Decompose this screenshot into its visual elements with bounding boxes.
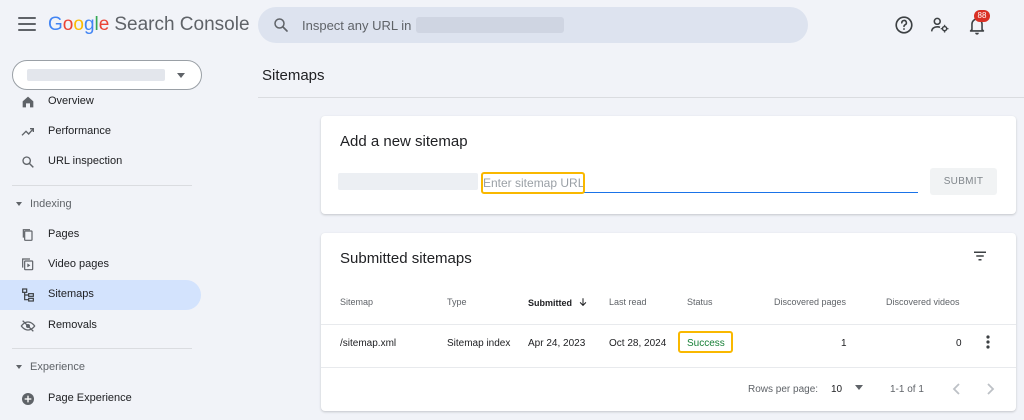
- status-badge: Success: [687, 338, 725, 349]
- pages-icon: [22, 229, 33, 241]
- section-experience[interactable]: Experience: [0, 358, 200, 378]
- redacted-property: [27, 69, 165, 81]
- property-selector[interactable]: [12, 60, 202, 90]
- cell-submitted: Apr 24, 2023: [528, 338, 586, 349]
- filter-icon[interactable]: [971, 247, 989, 265]
- add-sitemap-card: Add a new sitemap SUBMIT: [321, 116, 1016, 214]
- sidebar-item-pages[interactable]: Pages: [0, 220, 201, 250]
- caret-down-icon: [16, 365, 22, 369]
- chevron-left-icon[interactable]: [951, 382, 963, 396]
- section-indexing[interactable]: Indexing: [0, 195, 200, 215]
- search-icon: [22, 156, 34, 168]
- submitted-sitemaps-title: Submitted sitemaps: [340, 250, 472, 267]
- col-header-type[interactable]: Type: [447, 297, 467, 307]
- cell-sitemap: /sitemap.xml: [340, 338, 397, 349]
- sidebar-item-sitemaps[interactable]: Sitemaps: [0, 280, 201, 310]
- cell-last-read: Oct 28, 2024: [609, 338, 667, 349]
- nav-divider: [12, 348, 192, 349]
- cell-discovered-videos: 0: [956, 338, 962, 349]
- google-search-console-logo[interactable]: Google Search Console: [48, 14, 250, 36]
- search-placeholder: Inspect any URL in: [302, 18, 412, 33]
- add-sitemap-title: Add a new sitemap: [340, 133, 468, 150]
- sidebar-item-performance[interactable]: Performance: [0, 117, 201, 147]
- home-icon: [22, 96, 34, 108]
- submit-button[interactable]: SUBMIT: [930, 168, 997, 195]
- arrow-down-icon: [579, 298, 586, 307]
- video-pages-icon: [22, 258, 34, 271]
- header-divider: [258, 97, 1024, 98]
- help-icon[interactable]: [893, 14, 915, 36]
- cell-type: Sitemap index: [447, 338, 511, 349]
- sitemap-icon: [22, 288, 34, 302]
- pagination-range: 1-1 of 1: [890, 384, 924, 395]
- page-title: Sitemaps: [262, 67, 325, 84]
- trending-up-icon: [21, 128, 34, 136]
- sitemap-url-input[interactable]: [483, 173, 918, 193]
- row-divider: [321, 367, 1016, 368]
- chevron-right-icon[interactable]: [984, 382, 996, 396]
- caret-down-icon: [16, 202, 22, 206]
- cell-discovered-pages: 1: [841, 338, 847, 349]
- caret-down-icon: [177, 73, 185, 78]
- search-icon: [274, 18, 288, 32]
- nav-divider: [12, 185, 192, 186]
- notification-badge: 88: [974, 10, 990, 22]
- header-row-divider: [321, 324, 1016, 325]
- submitted-sitemaps-card: Submitted sitemaps Sitemap Type Submitte…: [321, 233, 1016, 411]
- col-header-discovered-videos[interactable]: Discovered videos: [886, 297, 960, 307]
- manage-users-icon[interactable]: [929, 14, 951, 36]
- sidebar-item-video-pages[interactable]: Video pages: [0, 250, 201, 280]
- url-inspection-search[interactable]: Inspect any URL in: [258, 7, 808, 43]
- removals-icon: [20, 320, 36, 332]
- page-experience-icon: [22, 393, 34, 405]
- redacted-site-prefix: [338, 173, 478, 190]
- product-name: Search Console: [114, 14, 250, 35]
- col-header-discovered-pages[interactable]: Discovered pages: [774, 297, 846, 307]
- col-header-sitemap[interactable]: Sitemap: [340, 297, 373, 307]
- sidebar-item-url-inspection[interactable]: URL inspection: [0, 147, 201, 177]
- rows-per-page-label: Rows per page:: [748, 384, 819, 395]
- sidebar-item-page-experience[interactable]: Page Experience: [0, 384, 201, 414]
- col-header-status[interactable]: Status: [687, 297, 713, 307]
- col-header-last-read[interactable]: Last read: [609, 297, 647, 307]
- caret-down-icon: [854, 385, 863, 390]
- more-vert-icon[interactable]: [983, 334, 993, 350]
- redacted-property-name: [416, 17, 564, 33]
- sidebar-item-overview[interactable]: Overview: [0, 87, 201, 117]
- col-header-submitted[interactable]: Submitted: [528, 297, 588, 308]
- rows-per-page-select[interactable]: 10: [831, 384, 863, 395]
- top-app-bar: Google Search Console Inspect any URL in …: [0, 0, 1024, 50]
- sidebar-item-removals[interactable]: Removals: [0, 311, 201, 341]
- menu-icon[interactable]: [18, 17, 36, 31]
